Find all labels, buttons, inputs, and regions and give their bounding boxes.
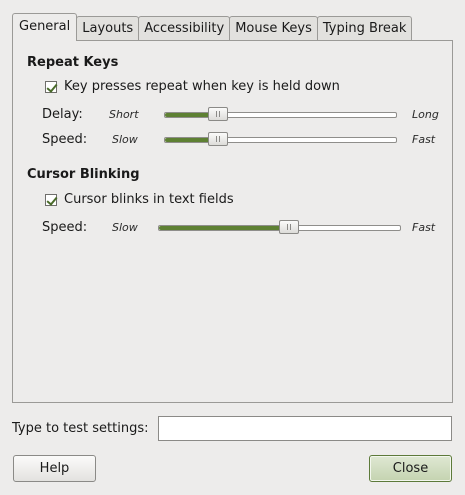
blink-speed-slider-fill: [159, 226, 290, 230]
tab-typing-break[interactable]: Typing Break: [316, 16, 413, 40]
general-panel: Repeat Keys Key presses repeat when key …: [12, 40, 453, 403]
repeat-speed-label: Speed:: [42, 132, 88, 147]
tab-mouse-keys[interactable]: Mouse Keys: [229, 16, 318, 40]
repeat-speed-slider-handle[interactable]: [208, 132, 229, 146]
repeat-speed-min-label: Slow: [112, 133, 138, 146]
blink-speed-slider-handle[interactable]: [279, 220, 300, 234]
test-settings-label: Type to test settings:: [12, 421, 149, 436]
delay-max-label: Long: [412, 108, 439, 121]
close-button[interactable]: Close: [369, 455, 452, 482]
delay-label: Delay:: [42, 107, 83, 122]
delay-min-label: Short: [109, 108, 139, 121]
repeat-keys-title: Repeat Keys: [27, 55, 119, 70]
repeat-keys-checkbox-label: Key presses repeat when key is held down: [64, 79, 340, 94]
tab-bar: General Layouts Accessibility Mouse Keys…: [12, 13, 413, 41]
tab-layouts[interactable]: Layouts: [76, 16, 140, 40]
blink-speed-label: Speed:: [42, 220, 88, 235]
cursor-blinks-checkbox-row[interactable]: Cursor blinks in text fields: [45, 192, 234, 207]
tab-general[interactable]: General: [12, 13, 78, 41]
delay-slider-handle[interactable]: [208, 107, 229, 121]
help-button[interactable]: Help: [13, 455, 96, 482]
cursor-blinking-title: Cursor Blinking: [27, 167, 140, 182]
blink-speed-min-label: Slow: [112, 221, 138, 234]
repeat-keys-checkbox-row[interactable]: Key presses repeat when key is held down: [45, 79, 340, 94]
repeat-speed-slider[interactable]: [164, 132, 397, 146]
tab-accessibility[interactable]: Accessibility: [138, 16, 231, 40]
cursor-blinks-checkbox[interactable]: [45, 193, 57, 206]
blink-speed-max-label: Fast: [412, 221, 436, 234]
repeat-keys-checkbox[interactable]: [45, 80, 57, 93]
cursor-blinks-checkbox-label: Cursor blinks in text fields: [64, 192, 234, 207]
repeat-speed-max-label: Fast: [412, 133, 436, 146]
test-settings-input[interactable]: [158, 416, 452, 441]
blink-speed-slider[interactable]: [158, 220, 401, 234]
delay-slider[interactable]: [164, 107, 397, 121]
